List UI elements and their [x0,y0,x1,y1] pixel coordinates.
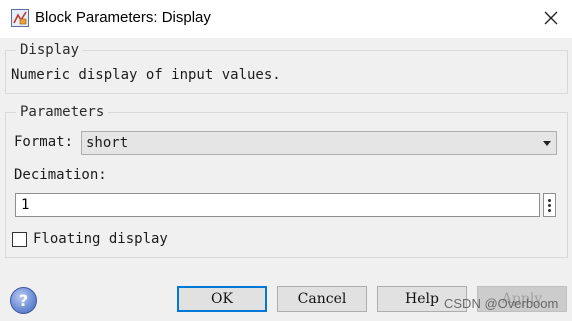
decimation-label: Decimation: [14,167,107,183]
floating-display-checkbox[interactable] [12,232,27,247]
watermark-text: CSDN @Overboom [444,296,559,311]
parameters-legend: Parameters [16,103,109,121]
dialog-content: Display Numeric display of input values.… [0,38,572,321]
chevron-down-icon [543,141,551,146]
window-title: Block Parameters: Display [35,9,211,26]
format-select-value: short [86,135,129,151]
title-bar: Block Parameters: Display [0,0,572,38]
description-legend: Display [16,41,84,59]
help-icon[interactable]: ? [10,287,37,314]
format-label: Format: [14,134,74,150]
close-icon[interactable] [544,11,558,25]
floating-display-label: Floating display [33,231,168,247]
description-group: Display Numeric display of input values. [5,41,568,94]
description-text: Numeric display of input values. [11,67,281,83]
decimation-input[interactable] [15,193,540,217]
ok-button[interactable]: OK [177,286,267,312]
more-options-icon[interactable] [543,193,556,217]
format-select[interactable]: short [81,131,557,155]
cancel-button[interactable]: Cancel [277,286,367,312]
simulink-block-icon [11,9,29,27]
